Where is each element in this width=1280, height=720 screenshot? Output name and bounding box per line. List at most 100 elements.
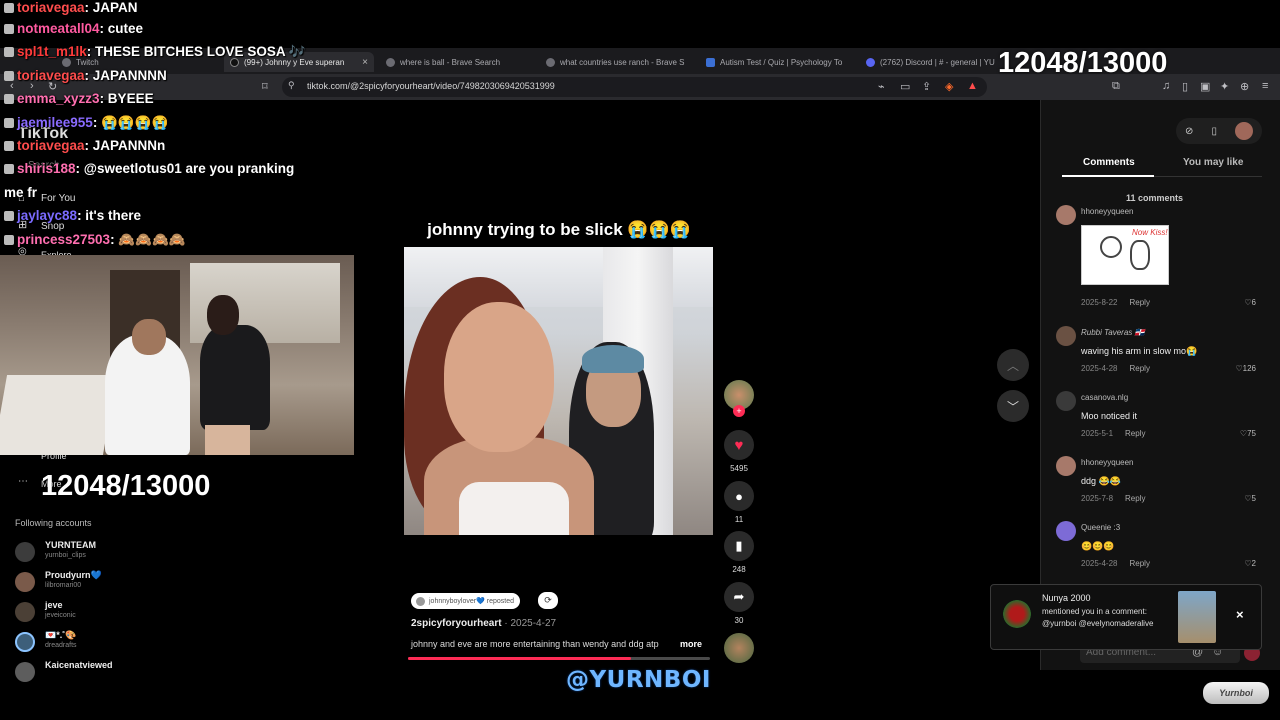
chat-username: jaemilee955 bbox=[17, 115, 93, 130]
chat-message: notmeatall04: cutee bbox=[4, 21, 143, 36]
comment-likes[interactable]: ♡5 bbox=[1244, 494, 1256, 503]
site-info-icon[interactable]: ⚲ bbox=[288, 80, 295, 91]
save-action[interactable]: ▮ 248 bbox=[724, 531, 754, 574]
avatar bbox=[15, 542, 35, 562]
share-icon[interactable]: ⇪ bbox=[922, 80, 931, 93]
bookmark-icon[interactable]: ▮ bbox=[724, 531, 754, 561]
chat-text: : 😭😭😭😭 bbox=[92, 115, 169, 130]
chat-username: spl1t_m1lk bbox=[17, 44, 87, 59]
heart-icon[interactable]: ♥ bbox=[724, 430, 754, 460]
chat-badge-icon bbox=[4, 235, 14, 245]
avatar[interactable] bbox=[1056, 521, 1076, 541]
screen-icon[interactable]: ▭ bbox=[900, 80, 910, 93]
chat-message: spl1t_m1lk: THESE BITCHES LOVE SOSA 🎶 bbox=[4, 44, 306, 60]
music-disc-icon[interactable] bbox=[724, 633, 754, 663]
share-action[interactable]: ➦ 30 bbox=[724, 582, 754, 625]
chat-username: toriavegaa bbox=[17, 0, 85, 15]
tab-autism-test[interactable]: Autism Test / Quiz | Psychology To bbox=[706, 52, 848, 72]
reply-button[interactable]: Reply bbox=[1129, 298, 1149, 307]
following-account[interactable]: Kaicenatviewed bbox=[15, 660, 215, 686]
sub-goal-counter: 12048/13000 bbox=[41, 470, 211, 502]
chat-text: : JAPANNNN bbox=[84, 68, 167, 83]
following-account[interactable]: 💌*.˚🎨 dreadrafts bbox=[15, 630, 215, 656]
chat-username: emma_xyzz3 bbox=[17, 91, 100, 106]
repost-icon[interactable]: ⟳ bbox=[538, 592, 558, 609]
chat-text: : it's there bbox=[77, 208, 142, 223]
notification-thumbnail bbox=[1178, 591, 1216, 643]
like-count: 5495 bbox=[730, 464, 748, 473]
comment-bubble-icon[interactable]: ● bbox=[724, 481, 754, 511]
bookmark-icon[interactable]: ⌑ bbox=[262, 80, 268, 93]
vpn-icon[interactable]: ⊕ bbox=[1240, 80, 1249, 93]
url-text[interactable]: tiktok.com/@2spicyforyourheart/video/749… bbox=[307, 81, 555, 91]
cast-icon[interactable]: ⌁ bbox=[878, 80, 885, 93]
comment-action[interactable]: ● 11 bbox=[724, 481, 754, 524]
profile-avatar[interactable] bbox=[1234, 122, 1253, 140]
tab-you-may-like[interactable]: You may like bbox=[1183, 157, 1243, 168]
more-link[interactable]: more bbox=[680, 639, 702, 649]
following-account[interactable]: jeve jeveiconic bbox=[15, 600, 215, 626]
chat-username: princess27503 bbox=[17, 232, 111, 247]
comment-likes[interactable]: ♡2 bbox=[1244, 559, 1256, 568]
chat-badge-icon bbox=[4, 211, 14, 221]
tab-brave-search-ball[interactable]: where is ball - Brave Search bbox=[386, 52, 526, 72]
following-account[interactable]: Proudyurn💙 lilbromari00 bbox=[15, 570, 215, 596]
reply-button[interactable]: Reply bbox=[1125, 494, 1145, 503]
music-icon[interactable]: ♫ bbox=[1162, 80, 1170, 92]
top-right-actions: ⊘ ▯ bbox=[1176, 118, 1262, 144]
comment-image[interactable]: Now Kiss! bbox=[1081, 225, 1169, 285]
comment-likes[interactable]: ♡6 bbox=[1244, 298, 1256, 307]
notification-message: mentioned you in a comment: @yurnboi @ev… bbox=[1042, 607, 1154, 628]
comment-item: hhoneyyqueen ddg 😂😂 2025-7-8 Reply ♡5 bbox=[1056, 456, 1256, 508]
avatar bbox=[15, 572, 35, 592]
brave-rewards-icon[interactable]: ▲ bbox=[967, 80, 978, 92]
close-icon[interactable]: × bbox=[1236, 607, 1244, 622]
avatar bbox=[15, 632, 35, 652]
nav-for-you[interactable]: For You bbox=[41, 193, 75, 204]
tab-brave-search-ranch[interactable]: what countries use ranch - Brave S bbox=[546, 52, 688, 72]
reply-button[interactable]: Reply bbox=[1129, 364, 1149, 373]
repost-badge[interactable]: johnnyboylover💙 reposted bbox=[411, 593, 520, 609]
video-player[interactable] bbox=[404, 247, 713, 535]
comment-item: Queenie :3 😊😊😊 2025-4-28 Reply ♡2 bbox=[1056, 521, 1256, 573]
like-action[interactable]: ♥ 5495 bbox=[724, 430, 754, 473]
wallet-icon[interactable]: ▣ bbox=[1200, 80, 1210, 93]
previous-video-icon[interactable]: ︿ bbox=[997, 349, 1029, 381]
chat-message: toriavegaa: JAPAN bbox=[4, 0, 138, 15]
comment-likes[interactable]: ♡75 bbox=[1240, 429, 1256, 438]
next-video-icon[interactable]: ﹀ bbox=[997, 390, 1029, 422]
more-dots-icon[interactable]: ⋯ bbox=[18, 476, 28, 487]
reply-button[interactable]: Reply bbox=[1125, 429, 1145, 438]
avatar[interactable] bbox=[1056, 205, 1076, 225]
chat-badge-icon bbox=[4, 24, 14, 34]
tab-discord[interactable]: (2762) Discord | # - general | YU bbox=[866, 52, 1008, 72]
avatar[interactable] bbox=[1056, 326, 1076, 346]
brave-shields-icon[interactable]: ◈ bbox=[945, 80, 953, 93]
follow-plus-icon[interactable]: + bbox=[733, 405, 745, 417]
reply-button[interactable]: Reply bbox=[1129, 559, 1149, 568]
chat-text: : BYEEE bbox=[99, 91, 154, 106]
menu-icon[interactable]: ≡ bbox=[1262, 80, 1268, 92]
compass-icon[interactable]: ⊘ bbox=[1185, 126, 1193, 137]
tab-comments[interactable]: Comments bbox=[1083, 157, 1135, 168]
share-arrow-icon[interactable]: ➦ bbox=[724, 582, 754, 612]
discord-icon bbox=[866, 57, 875, 67]
chat-badge-icon bbox=[4, 164, 14, 174]
following-account[interactable]: YURNTEAM yurnboi_clips bbox=[15, 540, 215, 566]
post-author[interactable]: 2spicyforyourheart · 2025-4-27 bbox=[411, 618, 556, 629]
phone-icon[interactable]: ▯ bbox=[1211, 126, 1217, 137]
rose-avatar bbox=[1003, 600, 1031, 628]
extensions-icon[interactable]: ⧉ bbox=[1112, 80, 1120, 93]
avatar[interactable] bbox=[1056, 456, 1076, 476]
notification-user: Nunya 2000 bbox=[1042, 593, 1091, 603]
leo-icon[interactable]: ✦ bbox=[1220, 80, 1229, 93]
video-progress-bar[interactable] bbox=[408, 657, 710, 660]
chat-badge-icon bbox=[4, 94, 14, 104]
mention-notification[interactable]: Nunya 2000 mentioned you in a comment: @… bbox=[990, 584, 1262, 650]
comment-likes[interactable]: ♡126 bbox=[1235, 364, 1256, 373]
avatar[interactable] bbox=[1056, 391, 1076, 411]
chat-text: : cutee bbox=[99, 21, 144, 36]
close-tab-icon[interactable]: × bbox=[362, 57, 368, 68]
psychology-tools-icon bbox=[706, 57, 715, 67]
sidebar-icon[interactable]: ▯ bbox=[1182, 80, 1188, 93]
